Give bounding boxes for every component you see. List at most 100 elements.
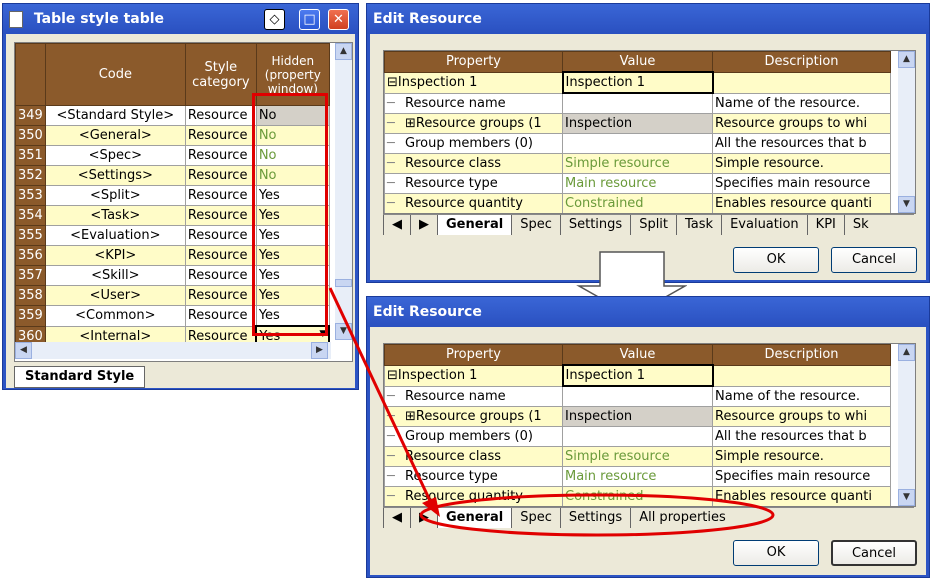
property-cell[interactable]: ─ Resource quantity [384,193,563,213]
scroll-up-button[interactable]: ▲ [335,43,352,60]
value-cell[interactable] [562,385,713,407]
row-number[interactable]: 357 [15,265,46,286]
table-row[interactable]: ─ Resource quantity Constrained Enables res… [384,486,891,506]
code-cell[interactable]: <Common> [44,305,186,327]
code-cell[interactable]: <Task> [44,205,186,226]
tab-item[interactable]: Evaluation [721,215,807,235]
value-cell[interactable] [562,92,713,114]
tab-scroll-right[interactable]: ▶ [410,508,437,528]
value-cell[interactable]: Inspection [562,406,713,427]
code-cell[interactable]: <Skill> [44,265,186,286]
code-cell[interactable]: <User> [44,285,186,306]
row-number[interactable]: 354 [15,205,46,226]
code-cell[interactable]: <Evaluation> [44,225,186,246]
cancel-button[interactable]: Cancel [831,247,917,273]
tab-item[interactable]: Settings [559,215,630,235]
property-cell[interactable]: ─ Resource class [384,153,563,174]
category-cell[interactable]: Resource [184,185,257,206]
table-row[interactable]: ─ Resource type Main resource Specifies mai… [384,466,891,487]
row-number[interactable]: 356 [15,245,46,266]
table-row[interactable]: ─ Resource class Simple resource Simple res… [384,153,891,174]
sheet-tab-standard-style[interactable]: Standard Style [14,366,146,388]
category-cell[interactable]: Resource [184,225,257,246]
pin-icon[interactable]: ◇ [264,9,285,30]
scroll-left-button[interactable]: ◀ [15,342,32,359]
value-cell[interactable]: Constrained [562,193,713,213]
row-number[interactable]: 351 [15,145,46,166]
value-cell[interactable]: Constrained [562,486,713,506]
row-number[interactable]: 355 [15,225,46,246]
col-header-category[interactable]: Style category [184,43,257,106]
maximize-button[interactable]: □ [299,9,320,30]
property-cell[interactable]: ─ ⊞Resource groups (1 [384,113,563,134]
value-cell[interactable]: Inspection [562,113,713,134]
category-cell[interactable]: Resource [184,305,257,327]
value-cell[interactable]: Main resource [562,173,713,194]
tab-item[interactable]: Sk [843,215,877,235]
prop-col-header[interactable]: Value [562,344,713,366]
category-cell[interactable]: Resource [184,145,257,166]
category-cell[interactable]: Resource [184,105,257,126]
code-cell[interactable]: <KPI> [44,245,186,266]
tab-item[interactable]: Settings [559,508,630,528]
property-cell[interactable]: ─ ⊞Resource groups (1 [384,406,563,427]
property-cell[interactable]: ─ Resource type [384,173,563,194]
grid-hscroll[interactable]: ◀ ▶ [15,342,331,359]
code-cell[interactable]: <Split> [44,185,186,206]
row-number[interactable]: 352 [15,165,46,186]
expand-icon[interactable]: ⊞ [405,409,416,424]
tab-item[interactable]: Split [630,215,676,235]
table-row[interactable]: ─ Resource type Main resource Specifies mai… [384,173,891,194]
tab-scroll-left[interactable]: ◀ [383,215,410,235]
tab-item[interactable]: General [437,215,512,235]
table-row[interactable]: ─ Resource name Name of the resource. [384,385,891,407]
property-cell[interactable]: ─ Resource class [384,446,563,467]
tab-scroll-right[interactable]: ▶ [410,215,437,235]
prop-col-header[interactable]: Property [384,51,563,73]
cancel-button[interactable]: Cancel [831,540,917,566]
prop-col-header[interactable]: Description [712,344,891,366]
table-row[interactable]: ─ ⊞Resource groups (1 Inspection Resource g… [384,406,891,427]
scroll-thumb[interactable] [335,279,352,287]
value-cell[interactable]: Inspection 1 [561,364,714,387]
value-cell[interactable] [562,426,713,447]
close-button[interactable]: ✕ [328,9,349,30]
tab-item[interactable]: All properties [630,508,734,528]
grid-vscroll[interactable]: ▲ ▼ [335,43,352,340]
row-number[interactable]: 359 [15,305,46,327]
table-row[interactable]: ─ Group members (0) All the resources that… [384,133,891,154]
col-header-code[interactable]: Code [44,43,186,106]
property-cell[interactable]: ─ Group members (0) [384,426,563,447]
scroll-up-button[interactable]: ▲ [898,51,915,68]
table-row[interactable]: ─ Resource class Simple resource Simple res… [384,446,891,467]
code-cell[interactable]: <Settings> [44,165,186,186]
ok-button[interactable]: OK [733,247,819,273]
collapse-icon[interactable]: ⊟ [387,368,398,383]
scroll-up-button[interactable]: ▲ [898,344,915,361]
property-cell[interactable]: ─ Resource type [384,466,563,487]
property-cell[interactable]: ─ Group members (0) [384,133,563,154]
property-cell[interactable]: ─ Resource quantity [384,486,563,506]
property-cell[interactable]: ⊟Inspection 1 [384,364,563,387]
property-cell[interactable]: ⊟Inspection 1 [384,71,563,94]
table-row[interactable]: ⊟Inspection 1 Inspection 1 [384,71,891,94]
table-row[interactable]: ─ Group members (0) All the resources that… [384,426,891,447]
table-row[interactable]: ⊟Inspection 1 Inspection 1 [384,364,891,387]
prop-col-header[interactable]: Value [562,51,713,73]
prop-col-header[interactable]: Description [712,51,891,73]
property-vscroll[interactable]: ▲ ▼ [898,51,915,213]
row-number[interactable]: 350 [15,125,46,146]
row-number[interactable]: 353 [15,185,46,206]
tab-item[interactable]: KPI [806,215,844,235]
category-cell[interactable]: Resource [184,165,257,186]
row-number[interactable]: 349 [15,105,46,126]
tab-scroll-left[interactable]: ◀ [383,508,410,528]
tab-item[interactable]: Task [676,215,721,235]
scroll-down-button[interactable]: ▼ [898,489,915,506]
value-cell[interactable]: Main resource [562,466,713,487]
code-cell[interactable]: <Standard Style> [44,105,186,126]
category-cell[interactable]: Resource [184,265,257,286]
ok-button[interactable]: OK [733,540,819,566]
prop-col-header[interactable]: Property [384,344,563,366]
category-cell[interactable]: Resource [184,125,257,146]
